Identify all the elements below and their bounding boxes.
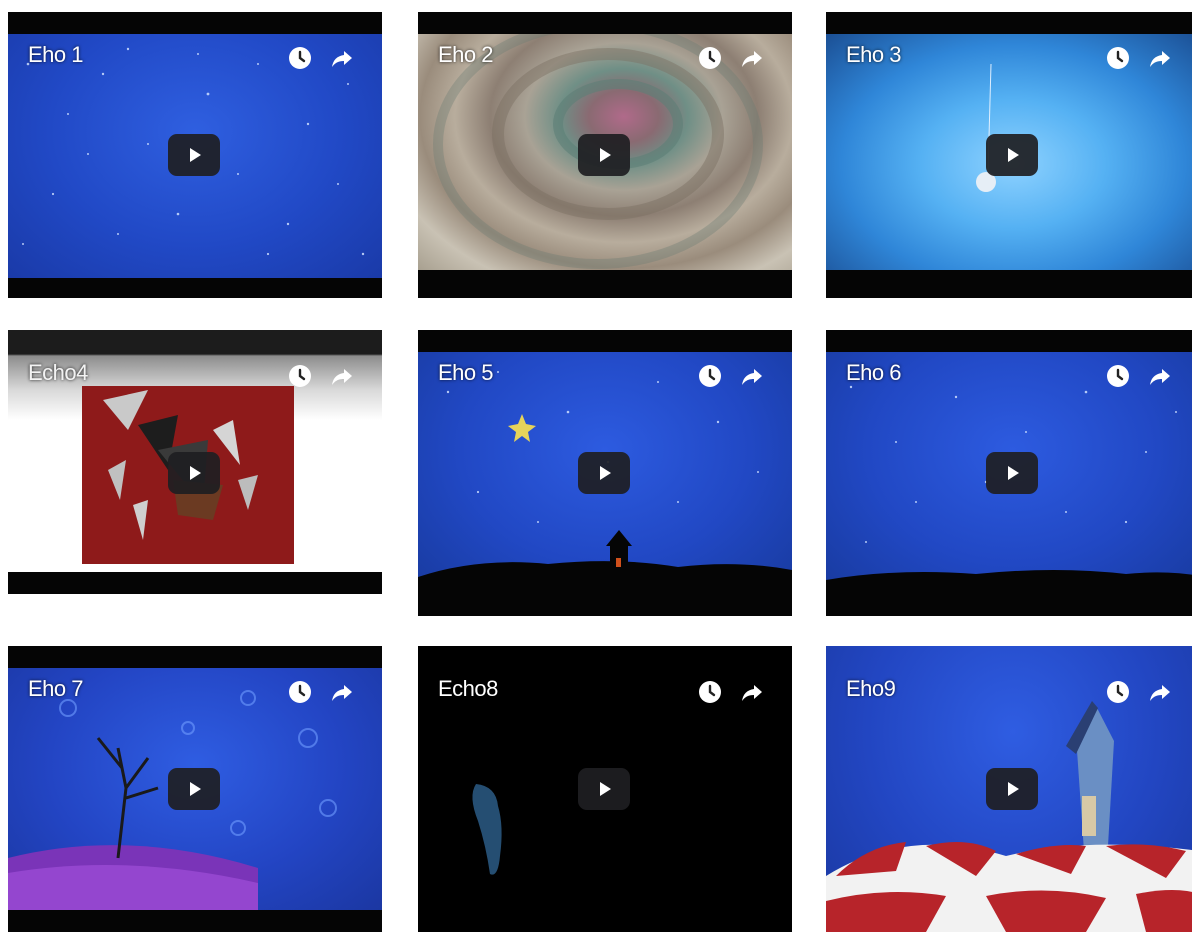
play-icon xyxy=(190,466,201,480)
clock-icon[interactable] xyxy=(288,364,312,388)
share-arrow-icon[interactable] xyxy=(330,680,354,704)
video-actions xyxy=(698,46,764,70)
video-title: Eho 6 xyxy=(846,360,902,385)
video-card[interactable]: Eho 2 xyxy=(418,12,792,298)
play-button[interactable] xyxy=(168,452,220,494)
clock-icon[interactable] xyxy=(1106,680,1130,704)
video-card[interactable]: Eho 1 xyxy=(8,12,382,298)
clock-icon[interactable] xyxy=(698,46,722,70)
play-icon xyxy=(600,466,611,480)
video-title: Echo8 xyxy=(438,676,498,701)
video-title: Eho 1 xyxy=(28,42,84,67)
play-button[interactable] xyxy=(986,452,1038,494)
play-button[interactable] xyxy=(168,768,220,810)
video-title: Eho 7 xyxy=(28,676,84,701)
share-arrow-icon[interactable] xyxy=(330,46,354,70)
video-actions xyxy=(698,364,764,388)
play-icon xyxy=(1008,466,1019,480)
video-card[interactable]: Eho 5 xyxy=(418,330,792,616)
video-grid: Eho 1 Eho 2 Eho 3 Echo4 Eho 5 Eho 6 Eho … xyxy=(0,0,1192,932)
video-title: Eho 2 xyxy=(438,42,494,67)
clock-icon[interactable] xyxy=(698,364,722,388)
share-arrow-icon[interactable] xyxy=(330,364,354,388)
video-actions xyxy=(698,680,764,704)
video-card[interactable]: Eho 7 xyxy=(8,646,382,932)
video-card[interactable]: Eho9 xyxy=(826,646,1192,932)
video-card[interactable]: Echo8 xyxy=(418,646,792,932)
video-actions xyxy=(1106,46,1172,70)
video-title: Eho9 xyxy=(846,676,896,701)
clock-icon[interactable] xyxy=(288,680,312,704)
play-icon xyxy=(190,148,201,162)
share-arrow-icon[interactable] xyxy=(1148,46,1172,70)
play-button[interactable] xyxy=(578,452,630,494)
video-actions xyxy=(288,364,354,388)
play-button[interactable] xyxy=(578,134,630,176)
clock-icon[interactable] xyxy=(698,680,722,704)
play-button[interactable] xyxy=(986,134,1038,176)
play-button[interactable] xyxy=(986,768,1038,810)
video-title: Eho 5 xyxy=(438,360,494,385)
video-card[interactable]: Eho 3 xyxy=(826,12,1192,298)
video-actions xyxy=(1106,364,1172,388)
share-arrow-icon[interactable] xyxy=(740,680,764,704)
play-icon xyxy=(1008,148,1019,162)
video-card[interactable]: Eho 6 xyxy=(826,330,1192,616)
share-arrow-icon[interactable] xyxy=(1148,680,1172,704)
share-arrow-icon[interactable] xyxy=(740,364,764,388)
play-icon xyxy=(190,782,201,796)
play-button[interactable] xyxy=(168,134,220,176)
clock-icon[interactable] xyxy=(288,46,312,70)
clock-icon[interactable] xyxy=(1106,364,1130,388)
video-title: Echo4 xyxy=(28,360,88,385)
share-arrow-icon[interactable] xyxy=(740,46,764,70)
video-title: Eho 3 xyxy=(846,42,902,67)
video-actions xyxy=(1106,680,1172,704)
play-button[interactable] xyxy=(578,768,630,810)
video-actions xyxy=(288,680,354,704)
play-icon xyxy=(600,782,611,796)
play-icon xyxy=(1008,782,1019,796)
video-actions xyxy=(288,46,354,70)
video-card[interactable]: Echo4 xyxy=(8,330,382,616)
play-icon xyxy=(600,148,611,162)
clock-icon[interactable] xyxy=(1106,46,1130,70)
share-arrow-icon[interactable] xyxy=(1148,364,1172,388)
